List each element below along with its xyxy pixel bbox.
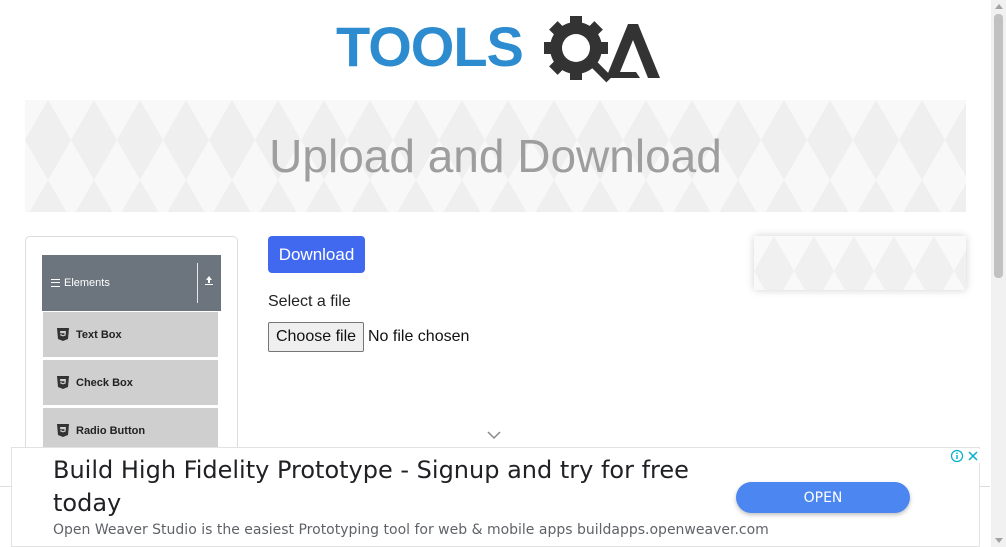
bottom-ad-banner[interactable]: Build High Fidelity Prototype - Signup a… (11, 447, 980, 547)
gear-magnifier-icon (544, 16, 613, 83)
ad-description: Open Weaver Studio is the easiest Protot… (53, 522, 769, 538)
side-ad-banner[interactable] (754, 236, 966, 290)
file-status-text: No file chosen (368, 328, 470, 345)
choose-file-button[interactable]: Choose file (268, 322, 364, 352)
ad-info-icon[interactable] (950, 449, 964, 463)
toolsqa-logo[interactable]: TOOLS (336, 14, 660, 90)
scroll-up-arrow[interactable] (995, 4, 1003, 9)
sidebar-item-label: Text Box (76, 328, 122, 341)
select-file-label: Select a file (268, 293, 351, 310)
logo-graphic: TOOLS (336, 15, 660, 83)
sidebar-group-elements[interactable]: Elements (42, 255, 221, 311)
page-scrollbar[interactable] (991, 0, 1006, 547)
logo-a-letter (606, 24, 660, 78)
close-icon[interactable] (966, 449, 980, 463)
page-banner: Upload and Download (25, 100, 966, 212)
logo-tools-text: TOOLS (336, 15, 523, 78)
html5-icon (57, 376, 69, 389)
ad-open-button[interactable]: OPEN (736, 482, 910, 513)
divider (197, 263, 198, 303)
sidebar-group-label: Elements (64, 277, 110, 289)
sidebar-item-label: Radio Button (76, 424, 146, 437)
html5-icon (57, 328, 69, 341)
scrollbar-thumb[interactable] (994, 14, 1003, 278)
sidebar-item-text-box[interactable]: Text Box (43, 312, 218, 357)
page-title: Upload and Download (269, 130, 722, 182)
ad-headline[interactable]: Build High Fidelity Prototype - Signup a… (53, 454, 733, 520)
sidebar-item-check-box[interactable]: Check Box (43, 360, 218, 405)
download-button[interactable]: Download (268, 236, 365, 273)
scroll-down-arrow[interactable] (995, 538, 1003, 543)
sidebar-item-label: Check Box (76, 376, 133, 389)
chevron-down-icon[interactable] (487, 430, 501, 440)
html5-icon (57, 424, 69, 437)
collapse-icon[interactable] (203, 275, 215, 288)
menu-icon (51, 279, 60, 287)
